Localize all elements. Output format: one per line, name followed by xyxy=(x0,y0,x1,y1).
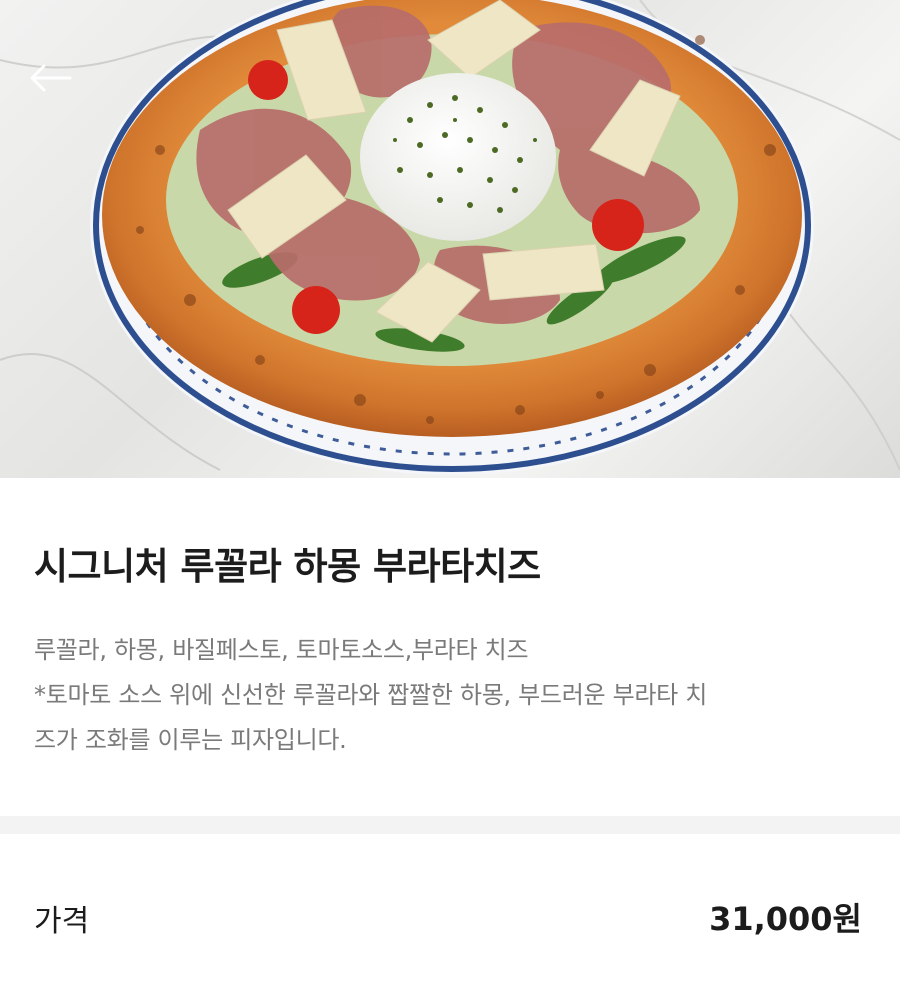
description-line: 즈가 조화를 이루는 피자입니다. xyxy=(34,726,347,754)
pizza-image xyxy=(0,0,900,475)
price-value: 31,000원 xyxy=(709,900,862,938)
menu-description: 루꼴라, 하몽, 바질페스토, 토마토소스,부라타 치즈 *토마토 소스 위에 … xyxy=(34,628,874,763)
price-row: 가격 31,000원 xyxy=(0,834,900,990)
description-line: *토마토 소스 위에 신선한 루꼴라와 짭짤한 하몽, 부드러운 부라타 치 xyxy=(34,681,708,709)
description-line: 루꼴라, 하몽, 바질페스토, 토마토소스,부라타 치즈 xyxy=(34,636,529,664)
back-button[interactable] xyxy=(26,62,86,122)
hero-photo xyxy=(0,0,900,478)
arrow-left-icon xyxy=(30,64,72,92)
menu-title: 시그니처 루꼴라 하몽 부라타치즈 xyxy=(34,545,541,588)
price-label: 가격 xyxy=(34,904,90,939)
section-divider xyxy=(0,816,900,834)
menu-info-section: 시그니처 루꼴라 하몽 부라타치즈 루꼴라, 하몽, 바질페스토, 토마토소스,… xyxy=(0,478,900,816)
